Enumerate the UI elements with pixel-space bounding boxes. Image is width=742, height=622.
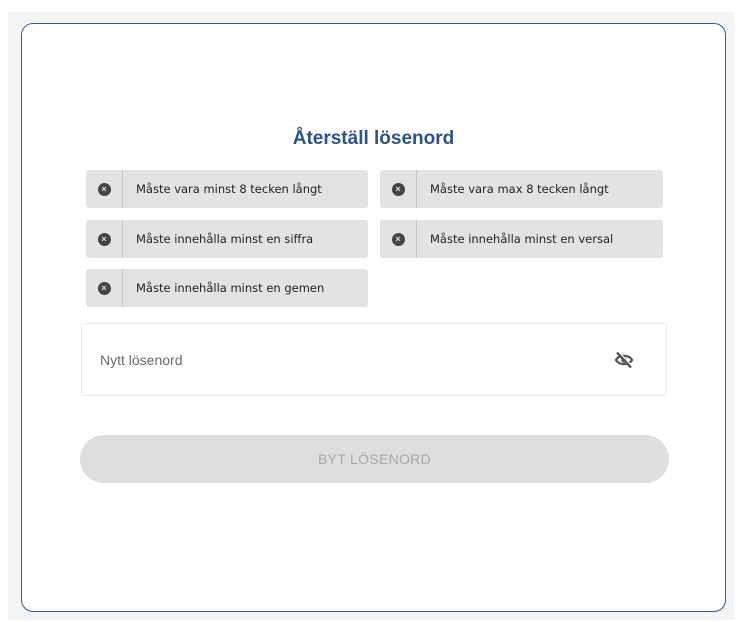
requirement-uppercase: × Måste innehålla minst en versal — [380, 220, 663, 258]
requirement-label: Måste innehålla minst en gemen — [136, 281, 325, 295]
x-circle-icon: × — [391, 182, 405, 196]
x-circle-icon: × — [391, 232, 405, 246]
requirement-min-length: × Måste vara minst 8 tecken långt — [86, 170, 368, 208]
reset-password-card: Återställ lösenord × Måste vara minst 8 … — [21, 23, 726, 612]
requirement-lowercase: × Måste innehålla minst en gemen — [86, 269, 368, 307]
x-circle-icon: × — [97, 281, 111, 295]
requirement-label: Måste vara max 8 tecken långt — [430, 182, 609, 196]
requirement-label: Måste innehålla minst en siffra — [136, 232, 314, 246]
x-circle-icon: × — [97, 182, 111, 196]
new-password-input[interactable] — [98, 344, 582, 376]
change-password-button[interactable]: BYT LÖSENORD — [80, 435, 669, 483]
requirement-label: Måste innehålla minst en versal — [430, 232, 614, 246]
requirement-max-length: × Måste vara max 8 tecken långt — [380, 170, 663, 208]
requirement-label: Måste vara minst 8 tecken långt — [136, 182, 322, 196]
page-title: Återställ lösenord — [292, 128, 455, 149]
requirement-digit: × Måste innehålla minst en siffra — [86, 220, 368, 258]
new-password-field[interactable] — [81, 323, 667, 396]
eye-slash-icon[interactable] — [614, 351, 634, 369]
x-circle-icon: × — [97, 232, 111, 246]
